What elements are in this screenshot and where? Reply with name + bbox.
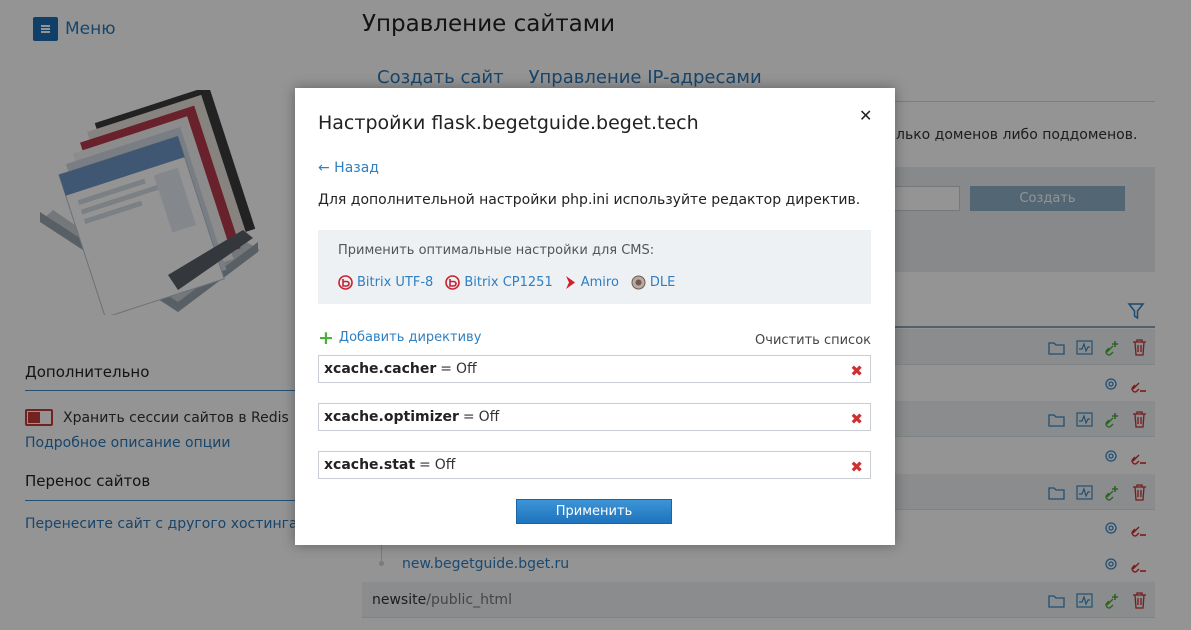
close-icon[interactable]: ✕ [859,106,872,125]
directive-eq: = [462,409,475,425]
directive-name: xcache.stat [324,457,416,473]
php-settings-modal: Настройки flask.begetguide.beget.tech ✕ … [295,88,895,545]
apply-button[interactable]: Применить [516,499,672,524]
modal-title: Настройки flask.begetguide.beget.tech [318,112,699,134]
clear-list-button[interactable]: Очистить список [755,333,871,348]
cms-label: Применить оптимальные настройки для CMS: [338,243,655,258]
directive-value: Off [478,409,500,425]
cms-presets: Применить оптимальные настройки для CMS:… [318,230,871,304]
directive-value: Off [434,457,456,473]
directive-name: xcache.cacher [324,361,437,377]
cms-label-text: Amiro [580,275,619,290]
cms-links: Bitrix UTF-8 Bitrix CP1251 Amiro DLE [338,275,675,290]
cms-amiro[interactable]: Amiro [565,275,619,290]
modal-description: Для дополнительной настройки php.ini исп… [318,192,861,208]
cms-bitrix-cp1251[interactable]: Bitrix CP1251 [445,275,553,290]
directive-name: xcache.optimizer [324,409,459,425]
add-directive-label: Добавить директиву [338,330,482,345]
directive-value: Off [456,361,477,377]
dle-icon [631,275,646,290]
amiro-icon [565,276,575,289]
cms-dle[interactable]: DLE [631,275,675,290]
delete-icon[interactable]: ✖ [850,410,863,428]
directive-field[interactable]: xcache.stat = Off ✖ [318,451,871,479]
cms-bitrix-utf8[interactable]: Bitrix UTF-8 [338,275,433,290]
directive-eq: = [419,457,431,473]
plus-icon: + [318,326,334,349]
back-link[interactable]: ← Назад [318,160,379,176]
directive-field[interactable]: xcache.cacher = Off ✖ [318,355,871,383]
bitrix-icon [338,275,353,290]
add-directive-button[interactable]: + Добавить директиву [318,326,482,349]
cms-label-text: Bitrix CP1251 [464,275,553,290]
cms-label-text: DLE [649,275,676,290]
delete-icon[interactable]: ✖ [850,458,863,476]
directive-field[interactable]: xcache.optimizer = Off ✖ [318,403,871,431]
directive-eq: = [440,361,453,377]
bitrix-icon [445,275,461,290]
cms-label-text: Bitrix UTF-8 [357,275,434,290]
delete-icon[interactable]: ✖ [850,362,863,380]
